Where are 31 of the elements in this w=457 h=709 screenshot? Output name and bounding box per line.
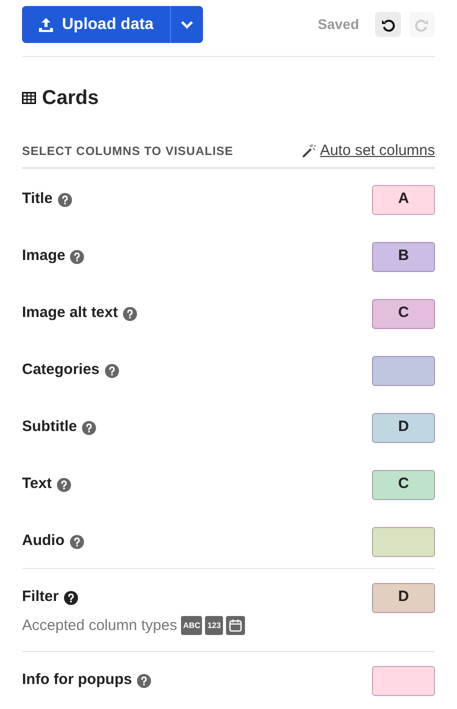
chevron-down-icon <box>180 20 194 30</box>
field-note: Accepted column types <box>22 616 178 636</box>
field-label: Image alt text <box>22 303 118 324</box>
help-icon[interactable] <box>64 590 78 604</box>
field-label: Audio <box>22 531 64 552</box>
undo-button[interactable] <box>375 12 401 37</box>
field-label: Subtitle <box>22 417 77 438</box>
column-selector[interactable]: D <box>372 582 435 612</box>
auto-set-link[interactable]: Auto set columns <box>302 140 435 162</box>
magic-wand-icon <box>302 144 316 158</box>
undo-icon <box>381 18 395 32</box>
column-selector[interactable]: D <box>372 412 435 442</box>
table-icon <box>22 92 36 104</box>
field-label: Info for popups <box>22 670 132 690</box>
type-badge: 123 <box>205 616 223 636</box>
type-badge: ABC <box>181 616 202 636</box>
field-label: Categories <box>22 360 100 380</box>
save-status: Saved <box>318 15 359 34</box>
field-label: Filter <box>22 587 59 608</box>
column-selector[interactable]: B <box>372 242 435 272</box>
field-label: Image <box>22 246 66 266</box>
calendar-icon <box>226 616 245 636</box>
section-title: Cards <box>42 86 99 111</box>
field-label: Title <box>22 189 53 210</box>
field-label: Text <box>22 474 52 494</box>
redo-icon <box>415 18 429 32</box>
column-selector[interactable]: C <box>372 470 435 500</box>
column-selector[interactable]: A <box>372 184 435 214</box>
column-selector[interactable]: C <box>372 298 435 328</box>
section-subheading: SELECT COLUMNS TO VISUALISE <box>22 143 234 160</box>
upload-icon <box>38 16 54 32</box>
